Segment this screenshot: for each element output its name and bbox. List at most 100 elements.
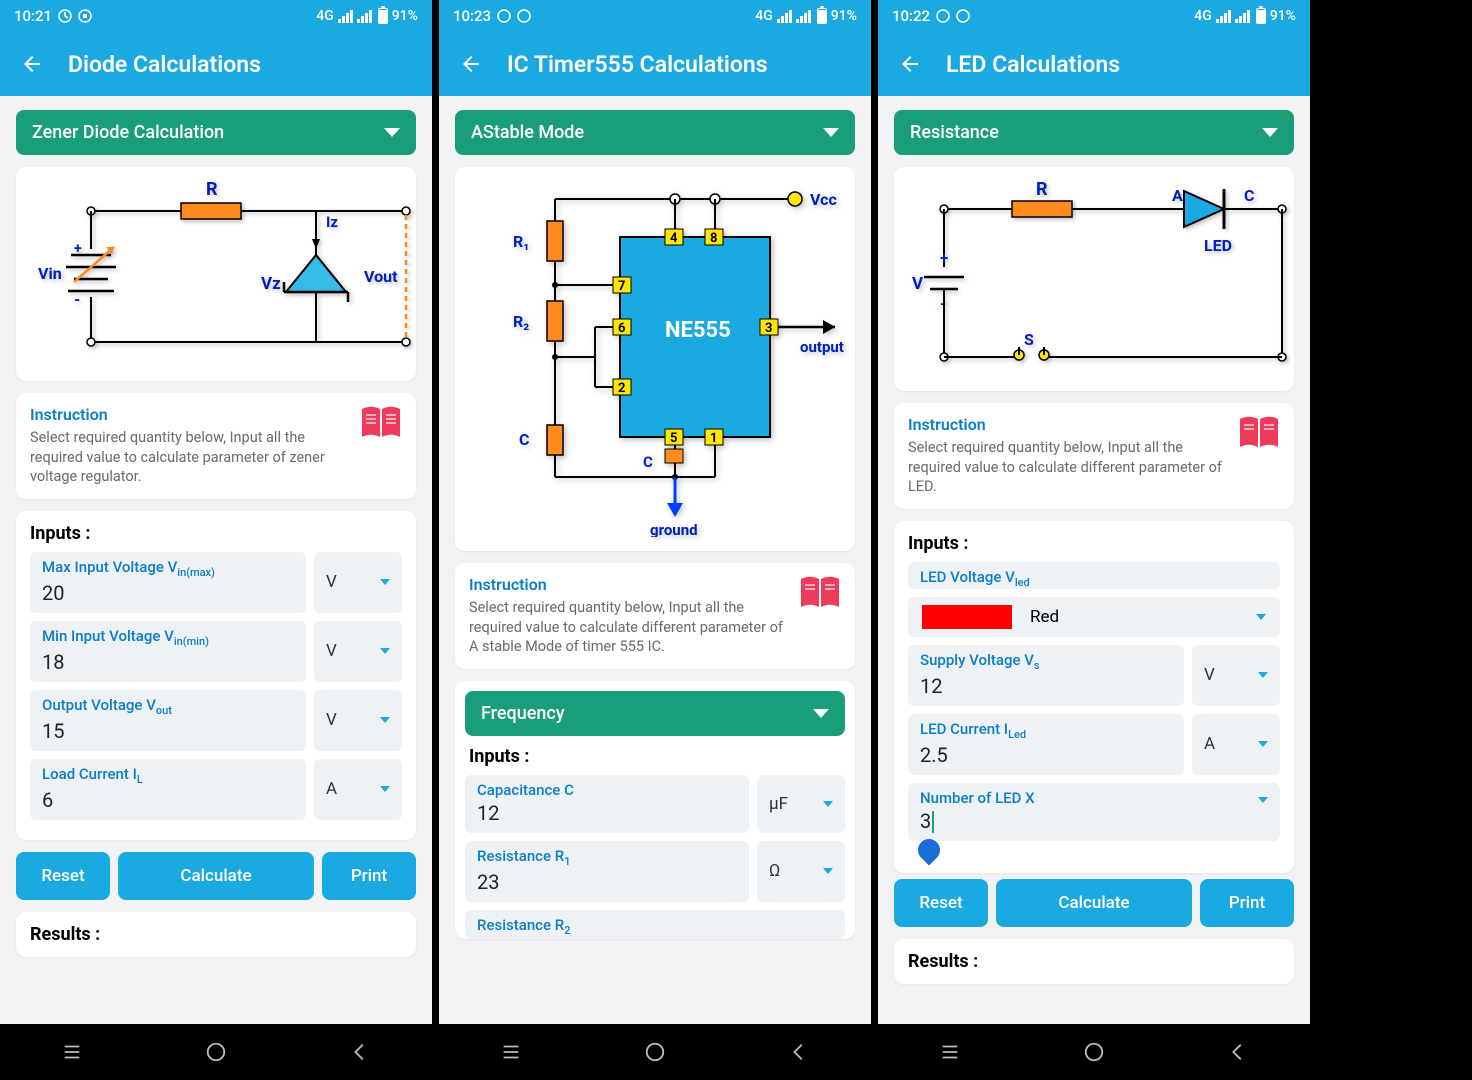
calculate-button[interactable]: Calculate [996,879,1192,927]
frequency-dropdown[interactable]: Frequency [465,691,845,736]
page-title: LED Calculations [946,51,1120,78]
capacitance-input[interactable]: Capacitance C 12 [465,775,749,833]
led-color-select[interactable]: Red [908,597,1280,637]
instruction-card: Instruction Select required quantity bel… [455,563,855,669]
nav-back-icon[interactable] [1227,1041,1249,1063]
circuit-diagram: R A C LED + V - [894,167,1294,391]
chevron-down-icon [384,128,400,137]
svg-text:Vcc: Vcc [810,190,837,209]
back-icon[interactable] [20,52,44,76]
svg-text:C: C [1244,186,1254,205]
nav-recent-icon[interactable] [500,1041,522,1063]
notif-icon [58,9,72,23]
nav-recent-icon[interactable] [939,1041,961,1063]
chevron-down-icon [1256,614,1266,620]
battery-icon [378,8,388,24]
svg-text:2: 2 [618,381,625,396]
supply-voltage-unit[interactable]: V [1192,645,1280,706]
section-dropdown[interactable]: Resistance [894,110,1294,155]
supply-voltage-input[interactable]: Supply Voltage Vs 12 [908,645,1184,706]
signal-icon [777,10,792,23]
min-vin-input[interactable]: Min Input Voltage Vin(min) 18 [30,621,306,682]
inputs-heading: Inputs : [908,533,1280,554]
led-current-unit[interactable]: A [1192,714,1280,775]
nav-back-icon[interactable] [349,1041,371,1063]
signal-icon [338,10,353,23]
instruction-title: Instruction [30,405,350,424]
vout-input[interactable]: Output Voltage Vout 15 [30,690,306,751]
chevron-down-icon [1262,128,1278,137]
book-icon[interactable] [360,405,402,441]
circuit-diagram: Vcc R₁ R₂ C [455,167,855,551]
led-current-input[interactable]: LED Current ILed 2.5 [908,714,1184,775]
results-card: Results : [894,939,1294,984]
led-count-input[interactable]: Number of LED X 3 [908,783,1280,842]
instruction-card: Instruction Select required quantity bel… [16,393,416,499]
svg-text:Iz: Iz [326,213,338,231]
chevron-down-icon [823,801,833,807]
notif-icon [956,9,970,23]
phone-panel-diode: 10:21 4G 91% Diode Calculations Zener Di… [0,0,432,1080]
inputs-heading: Inputs : [465,746,845,767]
status-time: 10:21 [14,7,52,25]
load-current-unit[interactable]: A [314,759,402,820]
instruction-text: Select required quantity below, Input al… [30,428,350,487]
chevron-down-icon [1258,797,1268,803]
reset-button[interactable]: Reset [894,879,988,927]
max-vin-unit[interactable]: V [314,552,402,613]
nav-home-icon[interactable] [1083,1041,1105,1063]
status-bar: 10:21 4G 91% [0,0,432,32]
load-current-input[interactable]: Load Current IL 6 [30,759,306,820]
min-vin-unit[interactable]: V [314,621,402,682]
results-card: Results : [16,912,416,957]
svg-text:R₂: R₂ [513,312,529,331]
r1-input[interactable]: Resistance R1 23 [465,841,749,902]
svg-text:Vout: Vout [364,267,398,286]
back-icon[interactable] [898,52,922,76]
status-bar: 10:22 4G 91% [878,0,1310,32]
status-time: 10:22 [892,7,930,25]
book-icon[interactable] [1238,415,1280,451]
svg-text:7: 7 [618,279,625,294]
book-icon[interactable] [799,575,841,611]
status-bar: 10:23 4G 91% [439,0,871,32]
print-button[interactable]: Print [322,852,416,900]
r2-input[interactable]: Resistance R2 [465,910,845,939]
phone-panel-timer: 10:23 4G 91% IC Timer555 Calculations AS… [439,0,871,1080]
reset-button[interactable]: Reset [16,852,110,900]
notif-icon [78,9,92,23]
svg-text:-: - [74,290,80,309]
section-dropdown[interactable]: AStable Mode [455,110,855,155]
calculate-button[interactable]: Calculate [118,852,314,900]
back-icon[interactable] [459,52,483,76]
max-vin-input[interactable]: Max Input Voltage Vin(max) 20 [30,552,306,613]
page-title: Diode Calculations [68,51,261,78]
instruction-card: Instruction Select required quantity bel… [894,403,1294,509]
page-title: IC Timer555 Calculations [507,51,768,78]
chevron-down-icon [380,579,390,585]
r1-unit[interactable]: Ω [757,841,845,902]
capacitance-unit[interactable]: µF [757,775,845,833]
nav-home-icon[interactable] [205,1041,227,1063]
nav-bar [878,1024,1310,1080]
svg-text:5: 5 [670,431,677,446]
chevron-down-icon [380,786,390,792]
svg-text:1: 1 [710,431,717,446]
chevron-down-icon [823,128,839,137]
nav-recent-icon[interactable] [61,1041,83,1063]
svg-text:R: R [206,179,218,200]
inputs-card: Inputs : LED Voltage Vled Red Supply Vol… [894,521,1294,874]
svg-text:NE555: NE555 [665,318,731,343]
svg-text:output: output [800,338,844,356]
chevron-down-icon [813,709,829,718]
svg-text:C: C [519,430,529,449]
signal-icon [1216,10,1231,23]
print-button[interactable]: Print [1200,879,1294,927]
nav-bar [439,1024,871,1080]
nav-back-icon[interactable] [788,1041,810,1063]
vout-unit[interactable]: V [314,690,402,751]
section-dropdown[interactable]: Zener Diode Calculation [16,110,416,155]
circuit-diagram: R Iz Vz [16,167,416,381]
nav-home-icon[interactable] [644,1041,666,1063]
signal-icon [796,10,811,23]
